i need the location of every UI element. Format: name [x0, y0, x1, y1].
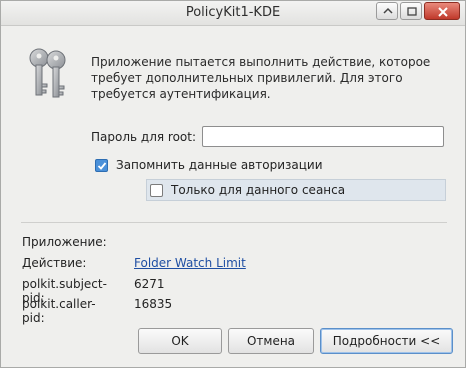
password-input[interactable] — [202, 126, 444, 147]
application-label: Приложение: — [22, 235, 107, 249]
caller-pid-value: 16835 — [134, 297, 173, 311]
session-only-label: Только для данного сеанса — [171, 183, 346, 197]
auth-message: Приложение пытается выполнить действие, … — [91, 55, 431, 101]
remember-checkbox[interactable] — [95, 158, 108, 172]
subject-pid-value: 6271 — [134, 277, 165, 291]
remember-checkbox-row[interactable]: Запомнить данные авторизации — [95, 158, 323, 172]
details-toggle-button[interactable]: Подробности << — [320, 328, 453, 354]
checkmark-icon — [97, 161, 107, 170]
minimize-button[interactable] — [376, 2, 398, 20]
title-bar[interactable]: PolicyKit1-KDE — [1, 1, 465, 26]
session-only-checkbox-row[interactable]: Только для данного сеанса — [150, 183, 345, 197]
ok-button[interactable]: OK — [138, 328, 222, 354]
separator — [21, 222, 447, 223]
cancel-button[interactable]: Отмена — [228, 328, 314, 354]
action-label: Действие: — [22, 256, 87, 270]
maximize-button[interactable] — [400, 2, 422, 20]
minimize-icon — [383, 7, 393, 14]
maximize-icon — [407, 7, 417, 16]
auth-dialog: PolicyKit1-KDE Приложение пытается выпол… — [0, 0, 466, 368]
keys-icon — [29, 48, 66, 98]
session-only-checkbox[interactable] — [150, 183, 163, 197]
close-icon — [438, 7, 448, 17]
password-label: Пароль для root: — [91, 130, 196, 144]
close-button[interactable] — [424, 2, 460, 20]
remember-label: Запомнить данные авторизации — [116, 158, 323, 172]
caller-pid-label: polkit.caller-pid: — [22, 297, 96, 325]
action-link[interactable]: Folder Watch Limit — [134, 256, 246, 270]
